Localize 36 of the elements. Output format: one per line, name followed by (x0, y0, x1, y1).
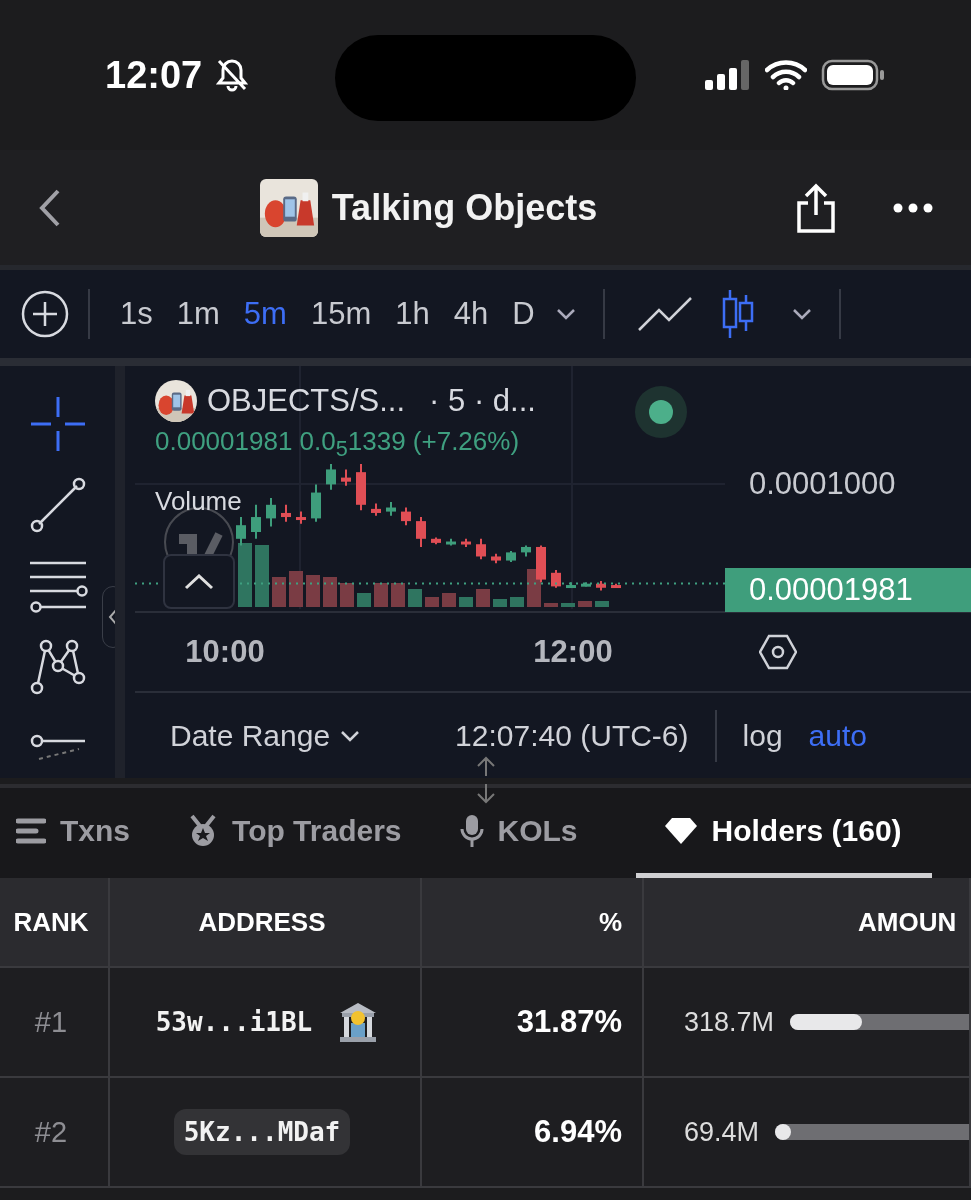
column-header: % (422, 878, 644, 968)
column-header: AMOUN (644, 878, 971, 968)
volume-label: Volume (155, 486, 242, 518)
interval-label: · 5 · d... (429, 383, 536, 419)
last-price-tag: 0.00001981 (725, 568, 971, 612)
scale-toggle[interactable]: log (716, 718, 783, 753)
timeframe-tab[interactable]: D (500, 296, 547, 332)
rank-cell: #1 (34, 1005, 68, 1039)
symbol-label: OBJECTS/S... (207, 383, 406, 419)
section-tab[interactable]: Top Traders (188, 788, 432, 878)
scale-toggle[interactable]: auto (782, 718, 867, 753)
date-range-dropdown[interactable]: Date Range (170, 718, 361, 753)
section-tab[interactable]: KOLs (459, 788, 608, 878)
token-title: Talking Objects (331, 186, 598, 229)
timeframe-tab[interactable]: 15m (298, 296, 384, 332)
ohlc-values: 0.00001981 0.0$_{5}$1339 (+7.26%) (155, 426, 520, 463)
timeframe-tab[interactable]: 5m (231, 296, 299, 332)
time-tick: 10:00 (184, 634, 266, 670)
column-header: RANK (0, 878, 110, 968)
timeframe-tab[interactable]: 1h (383, 296, 442, 332)
timeframe-tab[interactable]: 1s (108, 296, 165, 332)
percent-cell: 31.87% (516, 1004, 622, 1040)
amount-cell: 318.7M (684, 1006, 775, 1038)
section-tab[interactable]: Txns (16, 788, 161, 878)
time-tick: 12:00 (532, 634, 614, 670)
timeframe-tab[interactable]: 1m (164, 296, 232, 332)
clock-time: 12:07 (105, 53, 203, 97)
percent-cell: 6.94% (534, 1114, 622, 1150)
amount-cell: 69.4M (684, 1116, 760, 1148)
address-link[interactable]: 5Kz...MDaf (173, 1109, 351, 1155)
chart-clock: 12:07:40 (UTC-6) (455, 718, 689, 753)
column-header: ADDRESS (110, 878, 422, 968)
timeframe-tab[interactable]: 4h (441, 296, 501, 332)
rank-cell: #2 (34, 1115, 68, 1149)
address-link[interactable]: 53w...i1BL (145, 999, 323, 1045)
price-tick: 0.0001000 (749, 466, 896, 502)
